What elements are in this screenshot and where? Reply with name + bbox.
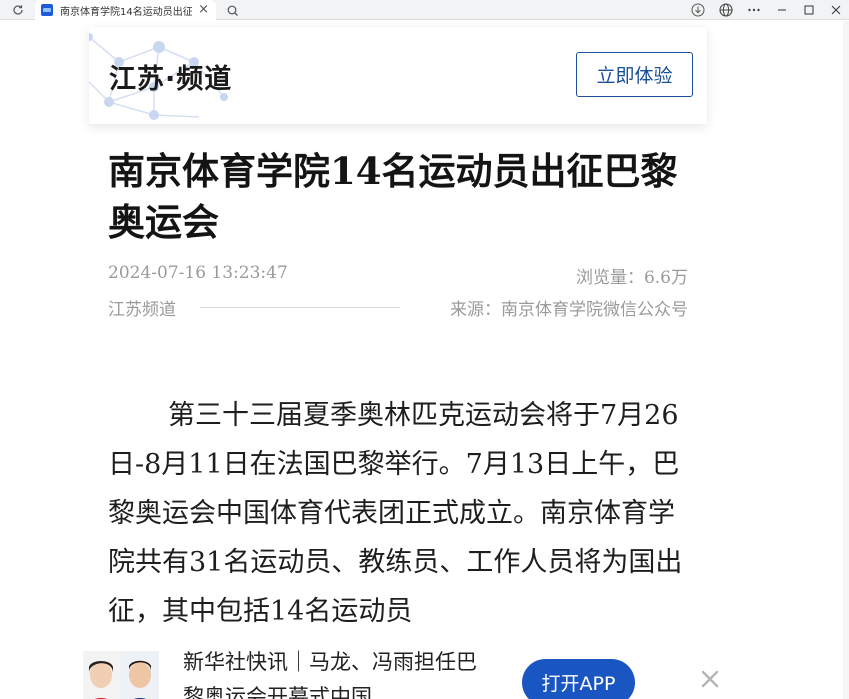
divider [200, 307, 400, 308]
download-icon[interactable] [684, 0, 712, 20]
globe-icon[interactable] [712, 0, 740, 20]
maximize-icon[interactable] [795, 0, 822, 20]
article-headline: 南京体育学院14名运动员出征巴黎奥运会 [108, 149, 678, 244]
reload-icon[interactable] [11, 3, 25, 17]
app-download-banner: 新华社快讯｜马龙、冯雨担任巴黎奥运会开幕式中国… 打开APP [0, 623, 843, 699]
athlete-avatars [83, 651, 159, 699]
page-content: 江苏·频道 立即体验 南京体育学院14名运动员出征巴黎奥运会 2024-07-1… [0, 21, 843, 699]
article-meta-row: 2024-07-16 13:23:47 浏览量：6.6万 [108, 263, 688, 288]
tab-search-icon[interactable] [226, 3, 240, 17]
tab-title: 南京体育学院14名运动员出征巴黎奥运会 [60, 6, 192, 18]
minimize-icon[interactable] [768, 0, 795, 20]
article-source: 来源：南京体育学院微信公众号 [450, 300, 688, 320]
open-app-button[interactable]: 打开APP [522, 659, 635, 699]
more-options-icon[interactable] [740, 0, 768, 20]
browser-toolbar: 南京体育学院14名运动员出征巴黎奥运会 × [0, 0, 849, 20]
publish-datetime: 2024-07-16 13:23:47 [108, 263, 288, 283]
tab-close-icon[interactable]: × [198, 2, 209, 18]
channel-title: 江苏·频道 [109, 64, 233, 95]
close-window-icon[interactable] [822, 0, 849, 20]
browser-tab[interactable]: 南京体育学院14名运动员出征巴黎奥运会 × [35, 0, 216, 20]
article-source-row: 江苏频道 来源：南京体育学院微信公众号 [108, 295, 688, 320]
try-now-button[interactable]: 立即体验 [576, 52, 693, 97]
channel-link[interactable]: 江苏频道 [108, 295, 176, 320]
scrollbar[interactable] [843, 21, 849, 699]
close-banner-icon[interactable] [698, 667, 722, 691]
channel-header: 江苏·频道 立即体验 [89, 27, 707, 124]
view-count: 浏览量：6.6万 [575, 268, 688, 288]
news-snippet-link[interactable]: 新华社快讯｜马龙、冯雨担任巴黎奥运会开幕式中国… [183, 645, 478, 699]
site-favicon-icon [41, 4, 53, 16]
article-body: 第三十三届夏季奥林匹克运动会将于7月26日-8月11日在法国巴黎举行。7月13日… [108, 400, 683, 626]
